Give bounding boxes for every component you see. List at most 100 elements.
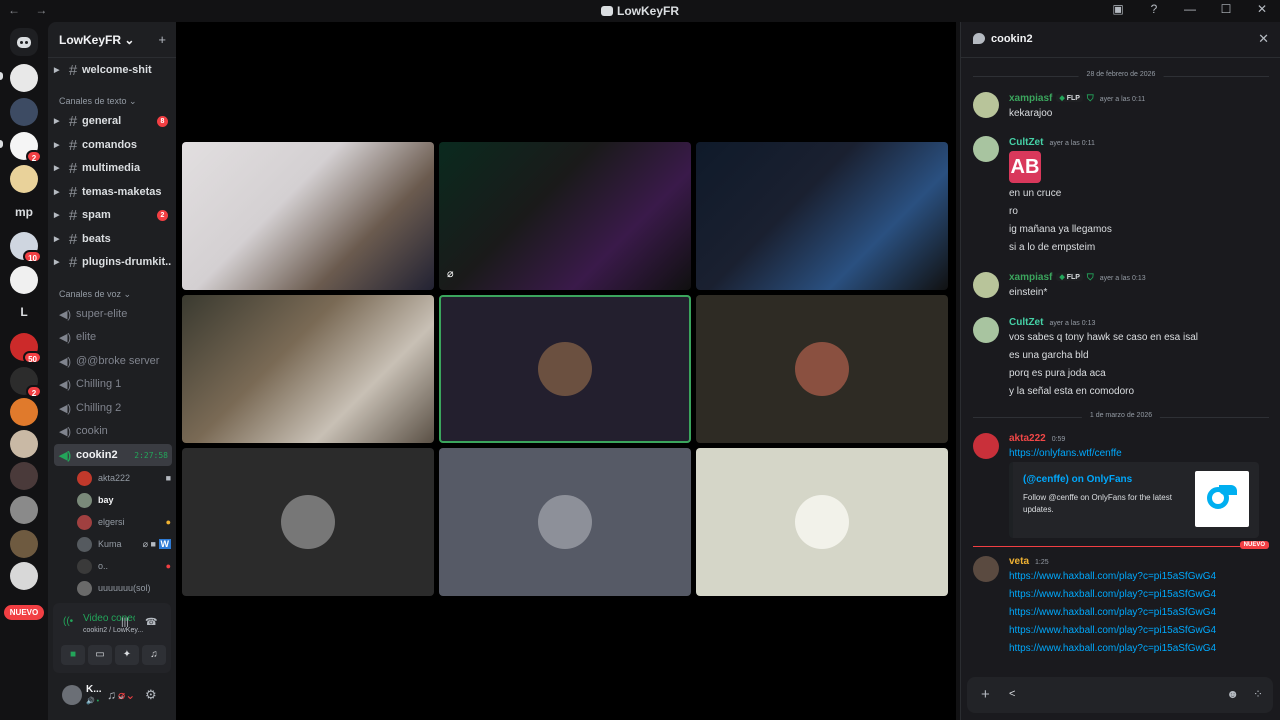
inbox-icon[interactable]: ▣ xyxy=(1110,2,1126,16)
voice-channel[interactable]: ◀) super-elite xyxy=(54,303,172,325)
server-name[interactable]: LowKeyFR ⌄ xyxy=(59,33,134,47)
emoji-icon[interactable]: ☻ xyxy=(1226,687,1239,701)
close-window-button[interactable]: ✕ xyxy=(1254,2,1270,16)
noise-suppression-icon[interactable]: ||| xyxy=(121,617,129,628)
headphones-icon[interactable]: ♫⌄ xyxy=(107,688,126,702)
channel-welcome[interactable]: ▶ # welcome-shit xyxy=(54,59,172,81)
avatar[interactable] xyxy=(62,685,82,705)
channel-general[interactable]: ▶ # general 8 xyxy=(54,110,172,132)
voice-channel[interactable]: ◀) elite xyxy=(54,326,172,348)
settings-gear-icon[interactable]: ⚙ xyxy=(145,687,157,703)
voice-channel[interactable]: ◀) cookin xyxy=(54,420,172,442)
message-link[interactable]: https://www.haxball.com/play?c=pi15aSfGw… xyxy=(1009,607,1216,618)
channel-multimedia[interactable]: ▶ # multimedia xyxy=(54,157,172,179)
ab-emoji: AB xyxy=(1009,151,1041,183)
message-author[interactable]: xampiasfFLP⛉ ayer a las 0:11 xyxy=(1009,93,1145,104)
message-link[interactable]: https://www.haxball.com/play?c=pi15aSfGw… xyxy=(1009,625,1216,636)
video-tile[interactable] xyxy=(182,142,434,290)
embed-title[interactable]: (@cenffe) on OnlyFans xyxy=(1023,474,1132,485)
message-author[interactable]: akta222 0:59 xyxy=(1009,433,1065,444)
video-tile[interactable] xyxy=(439,448,691,596)
server-icon[interactable]: 2 xyxy=(10,132,42,163)
message-link[interactable]: https://www.haxball.com/play?c=pi15aSfGw… xyxy=(1009,589,1216,600)
server-header[interactable]: LowKeyFR ⌄ + xyxy=(48,22,176,58)
channel-temas-maketas[interactable]: ▶ # temas-maketas xyxy=(54,181,172,203)
avatar[interactable] xyxy=(973,556,999,582)
close-icon[interactable]: ✕ xyxy=(1258,31,1269,47)
voice-channel[interactable]: ◀) Chilling 2 xyxy=(54,397,172,419)
voice-channel[interactable]: ◀) Chilling 1 xyxy=(54,373,172,395)
message-input[interactable]: < xyxy=(1009,688,1015,700)
server-icon[interactable] xyxy=(10,266,38,294)
video-tile[interactable]: ⌀ xyxy=(439,142,691,290)
video-tile[interactable] xyxy=(182,295,434,443)
server-icon[interactable] xyxy=(10,530,38,558)
voice-member[interactable]: uuuuuuu(sol) xyxy=(77,578,171,598)
message-link[interactable]: https://www.haxball.com/play?c=pi15aSfGw… xyxy=(1009,571,1216,582)
soundboard-button[interactable]: ♫ xyxy=(142,645,166,665)
voice-member[interactable]: o.. ● xyxy=(77,556,171,576)
server-icon[interactable]: 2 xyxy=(10,367,42,398)
video-tile-speaking[interactable] xyxy=(439,295,691,443)
person-add-icon[interactable]: + xyxy=(158,32,166,47)
voice-member[interactable]: akta222 ■ xyxy=(77,468,171,488)
screen-share-button[interactable]: ▭ xyxy=(88,645,112,665)
apps-icon[interactable]: ⁘ xyxy=(1253,687,1263,701)
server-icon[interactable] xyxy=(10,398,38,426)
caret-icon: ▶ xyxy=(54,212,60,219)
server-icon[interactable] xyxy=(10,165,38,193)
attach-plus-icon[interactable]: + xyxy=(981,686,990,703)
message-author[interactable]: veta 1:25 xyxy=(1009,556,1049,567)
activities-button[interactable]: ✦ xyxy=(115,645,139,665)
voice-location[interactable]: cookin2 / LowKey... xyxy=(83,627,143,634)
camera-button[interactable]: ■ xyxy=(61,645,85,665)
minimize-button[interactable]: — xyxy=(1182,2,1198,16)
new-messages-divider: NUEVO xyxy=(973,541,1269,549)
channel-comandos[interactable]: ▶ # comandos xyxy=(54,134,172,156)
category-voice-channels[interactable]: Canales de voz ⌄ xyxy=(59,289,131,300)
hash-icon: # xyxy=(68,159,78,177)
voice-channel-active[interactable]: ◀) cookin2 2:27:58 xyxy=(54,444,172,466)
video-camera-icon: ■ xyxy=(165,473,171,483)
message-link[interactable]: https://www.haxball.com/play?c=pi15aSfGw… xyxy=(1009,643,1216,654)
disconnect-icon[interactable]: ☎ xyxy=(145,617,157,628)
channel-beats[interactable]: ▶ # beats xyxy=(54,228,172,250)
server-icon[interactable] xyxy=(10,496,38,524)
message-author[interactable]: CultZet ayer a las 0:13 xyxy=(1009,317,1095,328)
video-tile[interactable] xyxy=(182,448,434,596)
server-icon-text[interactable]: L xyxy=(10,305,38,319)
avatar[interactable] xyxy=(973,136,999,162)
voice-member[interactable]: elgersi ● xyxy=(77,512,171,532)
avatar[interactable] xyxy=(973,433,999,459)
logo-arm xyxy=(1219,485,1237,495)
voice-channel[interactable]: ◀) @@broke server xyxy=(54,350,172,372)
message-composer[interactable]: + < ☻ ⁘ xyxy=(967,677,1273,713)
channel-spam[interactable]: ▶ # spam 2 xyxy=(54,204,172,226)
server-icon[interactable] xyxy=(10,430,38,458)
hash-icon: # xyxy=(68,183,78,201)
category-text-channels[interactable]: Canales de texto ⌄ xyxy=(59,96,137,107)
server-icon[interactable]: 10 xyxy=(10,232,42,263)
video-tile[interactable] xyxy=(696,448,948,596)
server-icon[interactable] xyxy=(10,462,38,490)
message-link[interactable]: https://onlyfans.wtf/cenffe xyxy=(1009,448,1122,459)
server-icon[interactable] xyxy=(10,64,38,92)
direct-messages-button[interactable] xyxy=(10,28,38,56)
voice-member[interactable]: Kuma ⌀ ■ W xyxy=(77,534,171,554)
maximize-button[interactable]: ☐ xyxy=(1218,2,1234,16)
server-icon[interactable] xyxy=(10,98,38,126)
server-icon-text[interactable]: mp xyxy=(10,205,38,219)
avatar[interactable] xyxy=(973,317,999,343)
server-icon[interactable]: 50 xyxy=(10,333,42,364)
voice-member[interactable]: bay xyxy=(77,490,171,510)
message-author[interactable]: xampiasfFLP⛉ ayer a las 0:13 xyxy=(1009,272,1146,283)
server-icon[interactable] xyxy=(10,562,38,590)
avatar[interactable] xyxy=(973,92,999,118)
new-badge[interactable]: NUEVO xyxy=(4,605,44,620)
help-icon[interactable]: ? xyxy=(1146,2,1162,16)
message-author[interactable]: CultZet ayer a las 0:11 xyxy=(1009,137,1095,148)
channel-plugins[interactable]: ▶ # plugins-drumkit... xyxy=(54,251,172,273)
avatar[interactable] xyxy=(973,272,999,298)
video-tile[interactable] xyxy=(696,142,948,290)
video-tile[interactable] xyxy=(696,295,948,443)
